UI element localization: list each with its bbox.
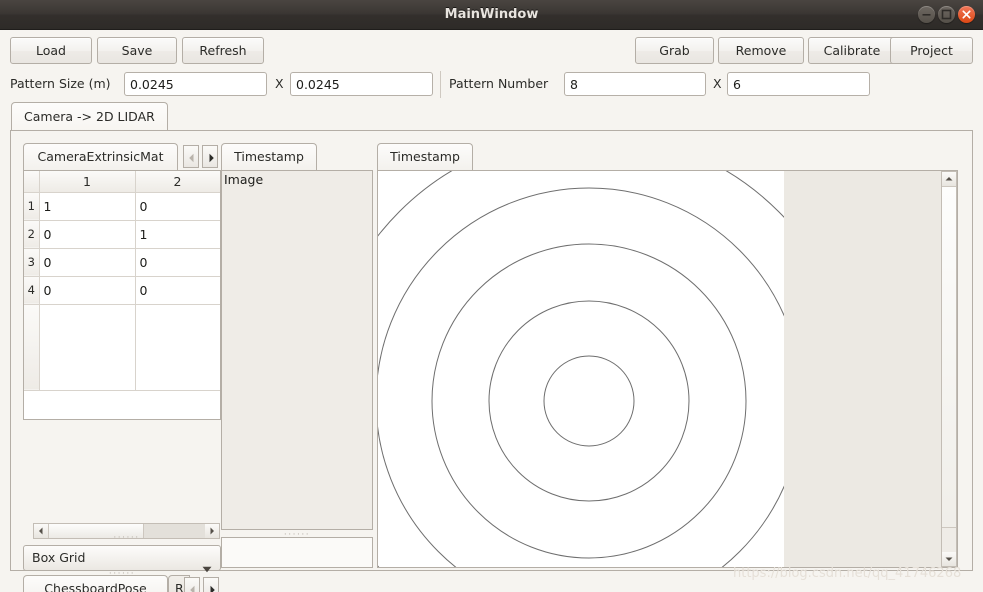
chessboard-pose-tab-bar: ChessboardPose R — [23, 575, 221, 592]
matrix-tab-prev-button[interactable] — [183, 145, 199, 168]
lidar-canvas[interactable] — [378, 171, 858, 567]
table-cell[interactable]: 1 — [135, 220, 220, 249]
toolbar: Load Save Refresh Grab Remove Calibrate … — [0, 30, 983, 71]
tab-chessboard-pose[interactable]: ChessboardPose — [23, 575, 168, 592]
minimize-icon — [922, 14, 931, 16]
scroll-down-icon — [945, 557, 953, 561]
pattern-number-x-input[interactable] — [564, 72, 706, 96]
chevron-right-icon — [210, 585, 215, 592]
table-cell-empty — [135, 304, 220, 391]
table-row[interactable]: 1 1 0 — [24, 192, 220, 221]
matrix-tab-bar: CameraExtrinsicMat — [23, 143, 221, 171]
pattern-size-y-input[interactable] — [290, 72, 433, 96]
chevron-left-icon — [190, 585, 195, 592]
range-ring — [378, 187, 803, 567]
load-button[interactable]: Load — [10, 37, 92, 64]
field-divider — [440, 71, 441, 98]
chevron-right-icon — [209, 153, 214, 163]
chevron-left-icon — [189, 153, 194, 163]
pattern-size-x-separator: X — [275, 76, 284, 91]
grab-button[interactable]: Grab — [635, 37, 714, 64]
tab-camera-2d-lidar[interactable]: Camera -> 2D LIDAR — [11, 102, 168, 131]
combobox-value: Box Grid — [32, 550, 86, 565]
tab-lidar-timestamp[interactable]: Timestamp — [377, 143, 473, 170]
matrix-tab-next-button[interactable] — [202, 145, 218, 168]
table-corner — [24, 171, 40, 193]
pattern-number-y-input[interactable] — [727, 72, 870, 96]
vscroll-thumb[interactable] — [942, 186, 956, 528]
title-bar: MainWindow — [0, 0, 983, 30]
table-cell[interactable]: 0 — [135, 276, 220, 305]
table-row[interactable]: 4 0 0 — [24, 276, 220, 305]
table-cell[interactable]: 0 — [39, 248, 136, 277]
main-tab-widget: Camera -> 2D LIDAR CameraExtrinsicMat 1 … — [10, 101, 973, 592]
table-row[interactable]: 2 0 1 — [24, 220, 220, 249]
table-cell[interactable]: 0 — [39, 220, 136, 249]
main-window: MainWindow Load Save Refresh Grab Remove… — [0, 0, 983, 592]
pattern-size-label: Pattern Size (m) — [10, 76, 111, 91]
image-status-box[interactable] — [221, 537, 373, 568]
watermark-text: https://blog.csdn.net/qq_41746268 — [733, 566, 962, 581]
table-row[interactable]: 3 0 0 — [24, 248, 220, 277]
table-row-header-4[interactable]: 4 — [24, 276, 40, 305]
maximize-icon — [941, 9, 952, 20]
table-cell[interactable]: 1 — [39, 192, 136, 221]
close-button[interactable] — [958, 6, 975, 23]
remove-button[interactable]: Remove — [718, 37, 804, 64]
table-col-header-1[interactable]: 1 — [39, 171, 136, 193]
vscroll-up-button[interactable] — [942, 172, 956, 186]
table-cell[interactable]: 0 — [135, 192, 220, 221]
camera-extrinsic-matrix-table[interactable]: 1 2 1 1 0 2 0 1 3 0 0 4 0 0 — [23, 170, 221, 420]
calibrate-button[interactable]: Calibrate — [808, 37, 896, 64]
tab-camera-extrinsic-mat[interactable]: CameraExtrinsicMat — [23, 143, 178, 170]
pattern-fields-row: Pattern Size (m) X Pattern Number X — [0, 71, 983, 99]
range-ring — [378, 171, 858, 567]
table-header-row: 1 2 — [24, 171, 220, 193]
scroll-up-icon — [945, 177, 953, 181]
table-cell[interactable]: 0 — [39, 276, 136, 305]
window-controls — [918, 6, 975, 23]
main-tab-bar: Camera -> 2D LIDAR — [10, 101, 973, 131]
table-row-header-empty — [24, 304, 40, 391]
lidar-vscrollbar[interactable] — [941, 171, 957, 567]
table-row-header-3[interactable]: 3 — [24, 248, 40, 277]
minimize-button[interactable] — [918, 6, 935, 23]
range-ring — [488, 300, 690, 502]
project-button[interactable]: Project — [890, 37, 973, 64]
pattern-type-combobox[interactable]: Box Grid — [23, 545, 221, 573]
maximize-button[interactable] — [938, 6, 955, 23]
table-cell-empty — [39, 304, 136, 391]
main-tab-body: CameraExtrinsicMat 1 2 1 1 0 2 0 1 3 0 0… — [10, 130, 973, 592]
window-title: MainWindow — [444, 7, 539, 22]
range-ring — [431, 243, 747, 559]
refresh-button[interactable]: Refresh — [182, 37, 264, 64]
lidar-tab-bar: Timestamp — [377, 143, 497, 171]
close-icon — [962, 10, 971, 19]
image-tab-bar: Timestamp — [221, 143, 373, 171]
lidar-canvas-frame[interactable] — [377, 170, 958, 568]
save-button[interactable]: Save — [97, 37, 177, 64]
chessboard-pose-prev-button[interactable] — [184, 577, 200, 592]
pattern-size-x-input[interactable] — [124, 72, 267, 96]
vscroll-down-button[interactable] — [942, 552, 956, 566]
pattern-number-x-separator: X — [713, 76, 722, 91]
table-cell[interactable]: 0 — [135, 248, 220, 277]
splitter-handle[interactable]: ······ — [33, 534, 220, 543]
list-item[interactable]: Image — [222, 171, 372, 188]
table-col-header-2[interactable]: 2 — [135, 171, 220, 193]
image-list[interactable]: Image — [221, 170, 373, 530]
tab-image-timestamp[interactable]: Timestamp — [221, 143, 317, 170]
pattern-number-label: Pattern Number — [449, 76, 549, 91]
table-empty-row — [24, 304, 220, 391]
lidar-range-rings — [378, 171, 858, 567]
table-row-header-1[interactable]: 1 — [24, 192, 40, 221]
chessboard-pose-next-button[interactable] — [203, 577, 219, 592]
table-row-header-2[interactable]: 2 — [24, 220, 40, 249]
range-ring — [543, 355, 635, 447]
